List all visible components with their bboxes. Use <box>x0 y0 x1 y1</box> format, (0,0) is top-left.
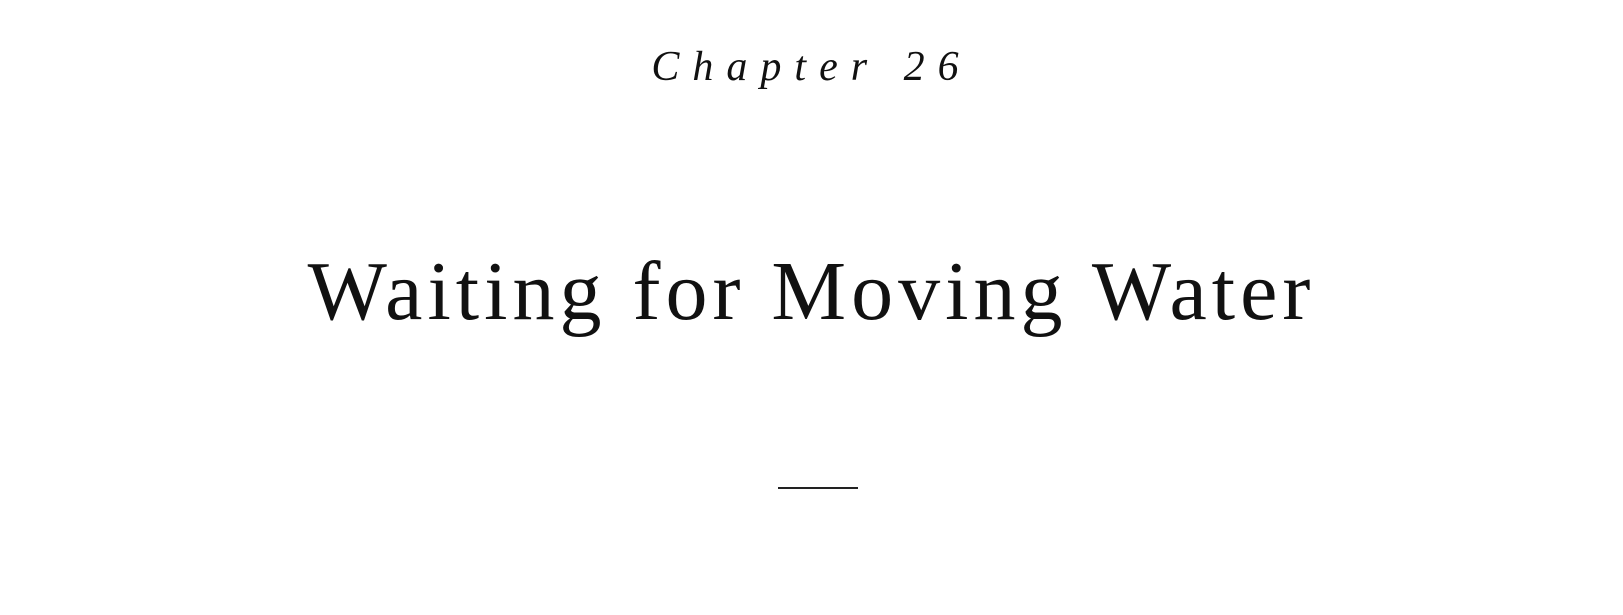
divider-rule <box>778 487 858 489</box>
chapter-number: Chapter 26 <box>651 44 972 90</box>
chapter-title: Waiting for Moving Water <box>307 245 1316 338</box>
